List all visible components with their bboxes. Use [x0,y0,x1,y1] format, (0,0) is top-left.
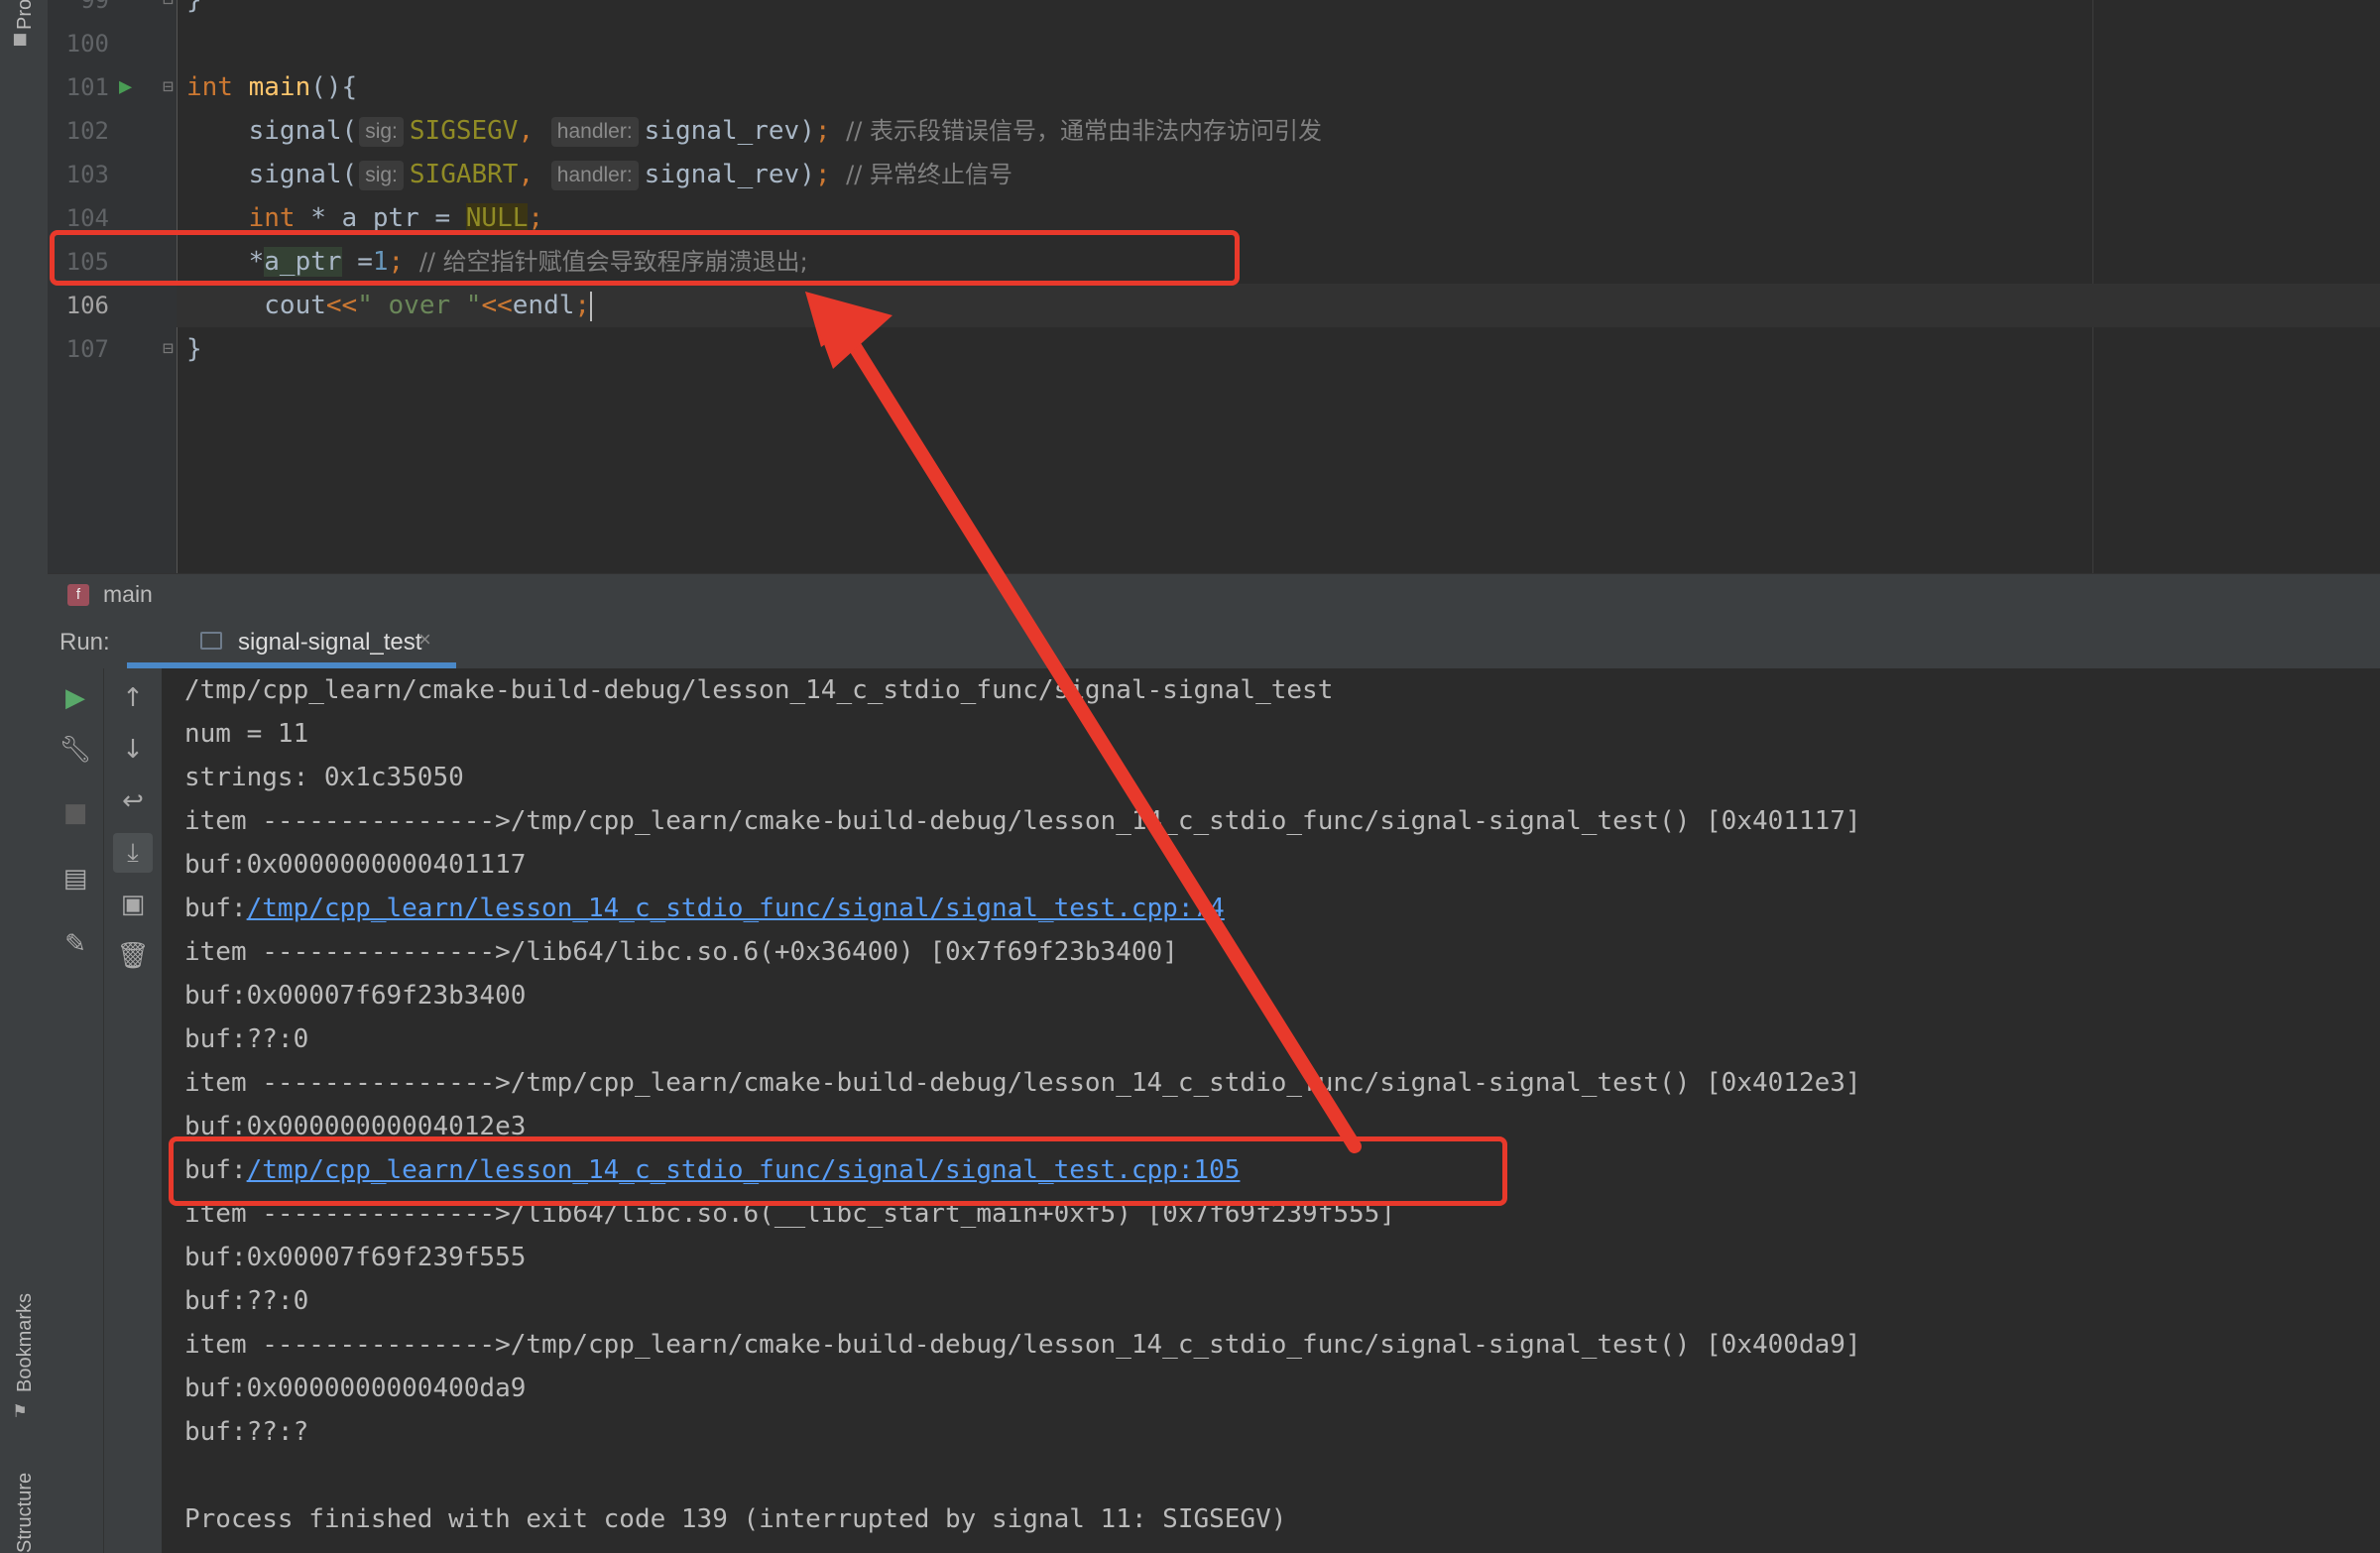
line-number: 101 [65,73,109,101]
param-hint: sig: [359,160,404,190]
up-arrow-icon[interactable]: ↑ [113,678,153,718]
run-gutter-icon[interactable]: ▶ [119,65,132,109]
scroll-to-end-icon[interactable]: ⤓ [113,833,153,873]
run-label: Run: [60,629,110,656]
run-toolbar-primary: ▶ 🔧︎ ■ ▤ ✎ [48,668,104,1553]
project-tool-label[interactable]: Project [14,0,37,30]
structure-tool-label[interactable]: Structure [14,1473,37,1553]
console-line: buf:/tmp/cpp_learn/lesson_14_c_stdio_fun… [184,894,1225,923]
console-line: item --------------->/lib64/libc.so.6(+0… [184,937,1178,967]
left-tool-strip: Project ▀ Bookmarks ⚑ Structure [0,0,49,1553]
annotation-box-output [169,1136,1507,1206]
pin-icon[interactable]: ✎ [56,924,95,964]
line-number: 99 [80,0,109,14]
fold-icon[interactable]: ⊟ [163,327,174,371]
run-toolbar-secondary: ↑ ↓ ↩ ⤓ ▣ 🗑︎ [104,668,163,1553]
console-line: buf:0x00007f69f239f555 [184,1243,527,1272]
run-panel-header: Run: signal-signal_test × [48,615,2380,669]
function-icon: f [67,584,89,606]
wrench-icon[interactable]: 🔧︎ [56,730,95,770]
console-line: buf:??:? [184,1417,309,1447]
code-line-107: } [186,334,202,364]
param-hint: sig: [359,116,404,147]
rerun-icon[interactable]: ▶ [56,678,95,718]
bookmark-icon[interactable]: ⚑ [14,1398,26,1422]
code-line-103: signal(sig: SIGABRT, handler: signal_rev);… [248,160,1012,190]
line-number: 102 [65,117,109,145]
text-cursor [590,291,593,321]
console-line: item --------------->/tmp/cpp_learn/cmak… [184,1330,1861,1360]
run-tab[interactable]: signal-signal_test [151,615,504,668]
breadcrumb-item-main[interactable]: main [103,581,153,608]
console-line: buf:0x0000000000401117 [184,850,527,880]
console-line: strings: 0x1c35050 [184,763,464,792]
code-line-101: int main(){ [186,72,358,102]
console-line: buf:0x00007f69f23b3400 [184,981,527,1011]
editor-gutter: 99 100 101 102 103 104 105 106 107 ▶ ⊟ ⊟… [48,0,178,573]
code-editor[interactable]: 99 100 101 102 103 104 105 106 107 ▶ ⊟ ⊟… [48,0,2380,573]
console-icon [200,632,222,650]
fold-icon[interactable]: ⊟ [163,0,174,22]
breadcrumb: f main [48,573,2380,616]
param-hint: handler: [550,116,639,147]
print-icon[interactable]: ▣ [113,885,153,924]
folder-icon[interactable]: ▀ [14,34,26,58]
annotation-box-code [50,230,1240,286]
console-line: buf:0x0000000000400da9 [184,1374,527,1403]
console-line: /tmp/cpp_learn/cmake-build-debug/lesson_… [184,675,1334,705]
line-number: 107 [65,335,109,363]
fold-icon[interactable]: ⊟ [163,65,174,109]
down-arrow-icon[interactable]: ↓ [113,730,153,770]
code-line-106: cout<<" over "<<endl; [264,291,593,321]
line-number: 103 [65,161,109,188]
bookmarks-tool-label[interactable]: Bookmarks [14,1293,37,1392]
param-hint: handler: [550,160,639,190]
console-line: item --------------->/tmp/cpp_learn/cmak… [184,1068,1861,1098]
console-line: num = 11 [184,719,309,749]
soft-wrap-icon[interactable]: ↩ [113,781,153,821]
code-line-99: } [186,0,202,15]
close-tab-icon[interactable]: × [418,627,431,653]
source-link[interactable]: /tmp/cpp_learn/lesson_14_c_stdio_func/si… [247,894,1225,923]
console-line: item --------------->/tmp/cpp_learn/cmak… [184,806,1861,836]
line-number: 106 [65,292,109,319]
layout-icon[interactable]: ▤ [56,859,95,898]
line-number: 100 [65,30,109,58]
code-line-102: signal(sig: SIGSEGV, handler: signal_rev);… [248,116,1322,147]
stop-icon[interactable]: ■ [56,793,95,833]
console-line: buf:??:0 [184,1024,309,1054]
console-line: Process finished with exit code 139 (int… [184,1504,1287,1534]
console-line: buf:??:0 [184,1286,309,1316]
console-output[interactable]: /tmp/cpp_learn/cmake-build-debug/lesson_… [163,668,2380,1553]
run-tab-label: signal-signal_test [238,629,422,656]
trash-icon[interactable]: 🗑︎ [113,936,153,976]
